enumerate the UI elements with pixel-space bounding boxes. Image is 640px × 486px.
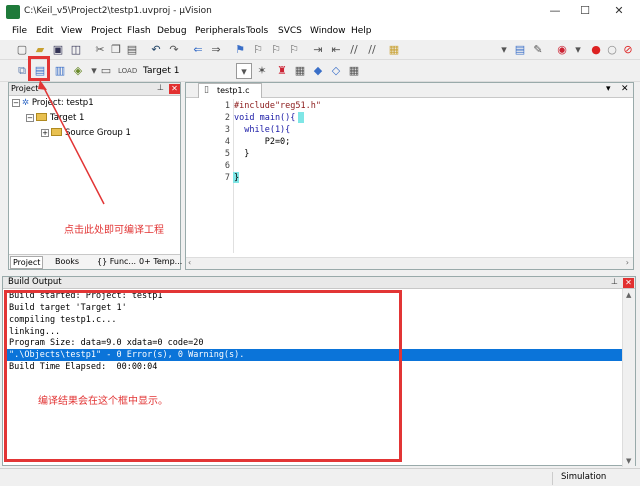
- compile-hint-annotation: 点击此处即可编译工程: [64, 225, 164, 236]
- annotation-arrow: [38, 80, 105, 205]
- result-hint-annotation: 编译结果会在这个框中显示。: [38, 396, 168, 407]
